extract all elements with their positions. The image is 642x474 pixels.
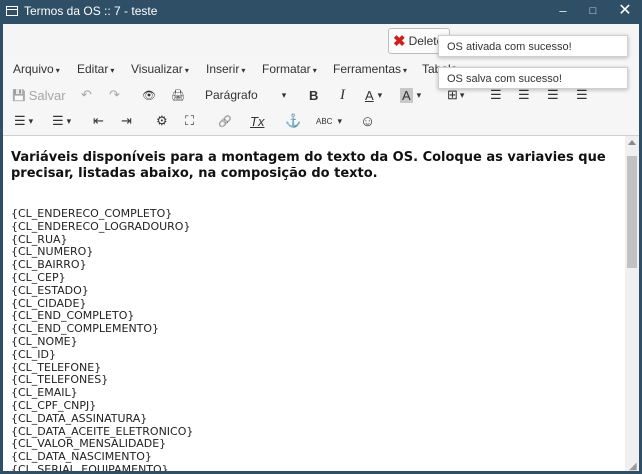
outdent-button[interactable]: ⇤ (93, 111, 104, 131)
delete-x-icon: ✖ (393, 32, 406, 50)
emoji-button[interactable]: ☺ (360, 111, 375, 131)
background-color-button[interactable]: A ▾ (400, 85, 421, 105)
editor-scrollbar[interactable] (625, 136, 639, 471)
gear-icon: ⚙ (156, 113, 168, 128)
variable-item: {CL_ID} (11, 347, 57, 361)
justify-icon: ☰ (576, 87, 588, 102)
menu-inserir[interactable]: Inserir ▾ (206, 62, 245, 76)
spellcheck-icon: ABC (316, 116, 333, 126)
caret-icon: ▾ (66, 115, 72, 126)
caret-icon: ▾ (312, 66, 317, 75)
variable-item: {CL_ENDERECO_LOGRADOURO} (11, 219, 191, 233)
resize-handle-icon[interactable]: ◢ (629, 461, 637, 472)
variable-item: {CL_SERIAL_EQUIPAMENTO} (11, 462, 169, 471)
caret-icon: ▾ (184, 66, 189, 75)
eye-icon: 👁 (142, 89, 156, 102)
preview-button[interactable]: 👁 (142, 85, 156, 105)
clear-format-button[interactable]: Tx (250, 111, 264, 131)
font-color-button[interactable]: A ▾ (365, 85, 382, 105)
variable-item: {CL_CEP} (11, 270, 66, 284)
clear-format-icon: Tx (250, 113, 265, 129)
redo-button[interactable]: ↷ (109, 85, 120, 105)
undo-button[interactable]: ↶ (81, 85, 92, 105)
find-button[interactable]: ⚓ (285, 111, 301, 131)
variable-list: {CL_ENDERECO_COMPLETO} {CL_ENDERECO_LOGRA… (11, 207, 193, 471)
variable-item: {CL_NOME} (11, 334, 78, 348)
menu-editar[interactable]: Editar ▾ (77, 62, 114, 76)
undo-icon: ↶ (81, 87, 92, 102)
settings-button[interactable]: ⚙ (156, 111, 168, 131)
font-color-icon: A (365, 87, 374, 103)
italic-icon: I (340, 86, 345, 103)
bullet-list-button[interactable]: ☰ ▾ (14, 111, 33, 131)
indent-icon: ⇥ (121, 113, 132, 128)
link-button[interactable]: 🔗 (218, 111, 232, 131)
toolbar-row-2: ☰ ▾ ☰ ▾ ⇤ ⇥ ⚙ ⛶ 🔗 Tx ⚓ ABC ▾ ☺ (3, 108, 639, 136)
title-bar: Termos da OS :: 7 - teste – □ ✕ (0, 0, 642, 24)
caret-icon: ▾ (459, 89, 465, 100)
scroll-up-icon[interactable] (628, 140, 636, 145)
bold-button[interactable]: B (309, 85, 318, 105)
emoji-icon: ☺ (360, 112, 376, 130)
caret-icon: ▾ (55, 66, 60, 75)
minimize-button[interactable]: – (548, 0, 578, 24)
editor-heading: Variáveis disponíveis para a montagem do… (11, 150, 606, 181)
save-icon: 💾 (12, 89, 26, 102)
toast-os-ativada: OS ativada com sucesso! (438, 35, 628, 57)
italic-button[interactable]: I (340, 85, 345, 105)
maximize-button[interactable]: □ (578, 0, 608, 24)
caret-icon: ▾ (241, 66, 246, 75)
indent-button[interactable]: ⇥ (121, 111, 132, 131)
caret-icon: ▾ (403, 66, 408, 75)
save-button[interactable]: 💾 Salvar (12, 85, 66, 105)
spellcheck-button[interactable]: ABC ▾ (316, 111, 342, 131)
caret-icon: ▾ (281, 89, 287, 100)
variable-item: {CL_CPF_CNPJ} (11, 398, 97, 412)
outdent-icon: ⇤ (93, 113, 104, 128)
toast-os-salva: OS salva com sucesso! (438, 67, 628, 89)
editor-content[interactable]: Variáveis disponíveis para a montagem do… (3, 136, 625, 471)
variable-item: {CL_ESTADO} (11, 283, 89, 297)
print-button[interactable]: 🖨 (171, 85, 185, 105)
window-title: Termos da OS :: 7 - teste (24, 4, 158, 18)
redo-icon: ↷ (109, 87, 120, 102)
variable-item: {CL_ENDERECO_COMPLETO} (11, 207, 173, 220)
window-app-icon (6, 6, 18, 16)
bullet-list-icon: ☰ (14, 113, 26, 128)
caret-icon: ▾ (28, 115, 34, 126)
scroll-thumb[interactable] (627, 156, 637, 268)
fullscreen-icon: ⛶ (185, 113, 195, 128)
caret-icon: ▾ (337, 115, 342, 126)
menu-visualizar[interactable]: Visualizar ▾ (131, 62, 189, 76)
numbered-list-icon: ☰ (52, 113, 64, 128)
fullscreen-button[interactable]: ⛶ (185, 111, 194, 131)
caret-icon: ▾ (110, 66, 115, 75)
caret-icon: ▾ (377, 89, 383, 100)
menu-arquivo[interactable]: Arquivo ▾ (13, 62, 60, 76)
link-icon: 🔗 (218, 115, 232, 128)
caret-icon: ▾ (416, 89, 422, 100)
variable-item: {CL_DATA_ASSINATURA} (11, 411, 148, 425)
menu-formatar[interactable]: Formatar ▾ (262, 62, 317, 76)
close-window-button[interactable]: ✕ (610, 0, 640, 24)
binoculars-icon: ⚓ (285, 113, 302, 128)
bold-icon: B (309, 87, 319, 103)
paragraph-select[interactable]: Parágrafo ▾ (205, 85, 286, 105)
background-color-icon: A (400, 87, 413, 103)
print-icon: 🖨 (171, 89, 185, 102)
editor-window: ✖ Delete Arquivo ▾ Editar ▾ Visualizar ▾ In… (3, 24, 639, 472)
menu-ferramentas[interactable]: Ferramentas ▾ (333, 62, 407, 76)
numbered-list-button[interactable]: ☰ ▾ (52, 111, 71, 131)
